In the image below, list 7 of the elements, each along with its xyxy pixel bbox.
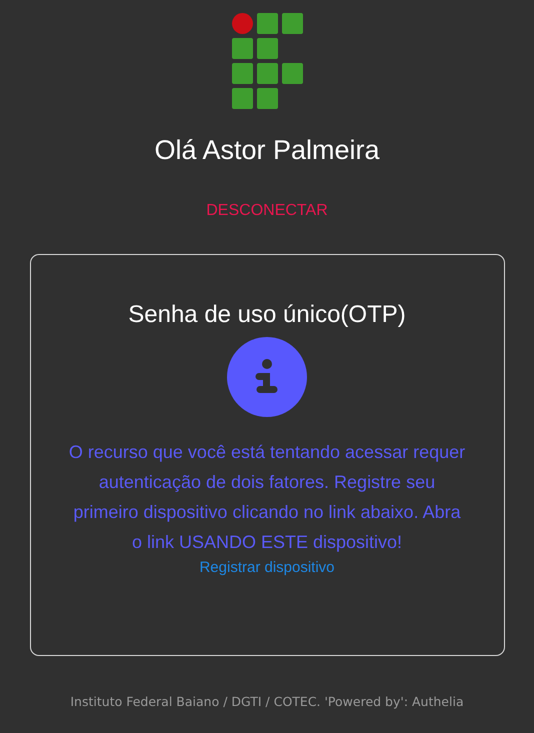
card-title: Senha de uso único(OTP) [128, 300, 406, 330]
footer-text: Instituto Federal Baiano / DGTI / COTEC. 'Powered by': Authelia [70, 694, 464, 709]
info-message: O recurso que você está tentando acessar requer autenticação de dois fatores. Registre seu primeiro dispositivo clicando no link abaixo. Abra o link USANDO ESTE dispositivo! [68, 441, 466, 554]
greeting: Olá Astor Palmeira [154, 135, 380, 166]
register-device-link[interactable]: Registrar dispositivo [199, 559, 335, 576]
logout-link[interactable]: DESCONECTAR [206, 202, 328, 220]
info-icon [227, 337, 307, 417]
